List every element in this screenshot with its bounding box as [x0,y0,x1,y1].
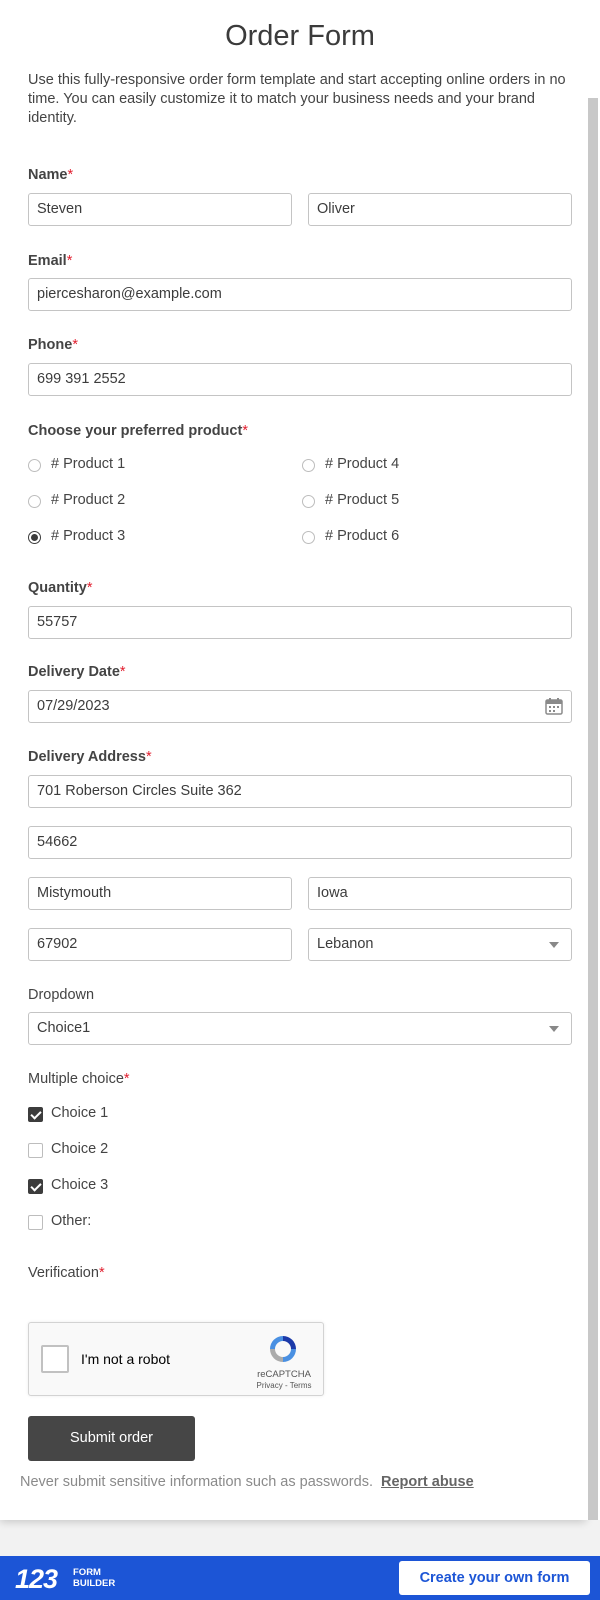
delivery-date-input[interactable]: 07/29/2023 [28,690,572,723]
report-abuse-link[interactable]: Report abuse [381,1474,474,1490]
multiple-choice-label: Multiple choice* [28,1071,130,1087]
choice-1-label[interactable]: Choice 1 [51,1105,108,1121]
phone-input[interactable]: 699 391 2552 [28,363,572,396]
branding-bar: 123 FORM BUILDER Create your own form [0,1556,600,1600]
zip-input[interactable]: 67902 [28,928,292,961]
country-select[interactable]: Lebanon [308,928,572,961]
product-3-label[interactable]: # Product 3 [51,528,125,544]
chevron-down-icon [549,942,559,948]
verification-label: Verification* [28,1265,105,1281]
phone-label: Phone* [28,337,78,353]
other-label[interactable]: Other: [51,1213,91,1229]
street-address-input[interactable]: 701 Roberson Circles Suite 362 [28,775,572,808]
address-line2-input[interactable]: 54662 [28,826,572,859]
state-input[interactable]: Iowa [308,877,572,910]
product-2-label[interactable]: # Product 2 [51,492,125,508]
product-1-label[interactable]: # Product 1 [51,456,125,472]
last-name-input[interactable]: Oliver [308,193,572,226]
email-label: Email* [28,253,73,269]
recaptcha-logo-icon [270,1336,296,1362]
product-1-radio[interactable] [28,459,41,472]
city-input[interactable]: Mistymouth [28,877,292,910]
recaptcha-brand: reCAPTCHA [257,1369,311,1380]
sensitive-info-warning: Never submit sensitive information such … [20,1474,373,1490]
product-4-radio[interactable] [302,459,315,472]
email-input[interactable]: piercesharon@example.com [28,278,572,311]
recaptcha-checkbox[interactable] [41,1345,69,1373]
other-checkbox[interactable] [28,1215,43,1230]
recaptcha-text: I'm not a robot [81,1351,171,1367]
delivery-date-label: Delivery Date* [28,664,126,680]
quantity-input[interactable]: 55757 [28,606,572,639]
choice-2-checkbox[interactable] [28,1143,43,1158]
first-name-input[interactable]: Steven [28,193,292,226]
product-4-label[interactable]: # Product 4 [325,456,399,472]
product-5-radio[interactable] [302,495,315,508]
quantity-label: Quantity* [28,580,93,596]
product-5-label[interactable]: # Product 5 [325,492,399,508]
product-3-radio[interactable] [28,531,41,544]
footer-note: Never submit sensitive information such … [20,1474,474,1490]
name-label: Name* [28,167,74,183]
scrollbar-thumb[interactable] [588,98,598,1520]
dropdown-label: Dropdown [28,987,95,1003]
delivery-address-label: Delivery Address* [28,749,152,765]
recaptcha-links[interactable]: Privacy - Terms [244,1381,324,1390]
product-label: Choose your preferred product* [28,423,248,439]
brand-word-builder: BUILDER [73,1578,116,1589]
product-2-radio[interactable] [28,495,41,508]
page-title: Order Form [225,20,375,52]
product-6-radio[interactable] [302,531,315,544]
brand-logo-number[interactable]: 123 [15,1564,58,1595]
chevron-down-icon [549,1026,559,1032]
choice-1-checkbox[interactable] [28,1107,43,1122]
brand-word-form: FORM [73,1567,101,1578]
calendar-icon[interactable] [545,697,563,715]
submit-order-button[interactable]: Submit order [28,1416,195,1461]
choice-3-label[interactable]: Choice 3 [51,1177,108,1193]
recaptcha-widget: I'm not a robot reCAPTCHA Privacy - Term… [28,1322,324,1396]
choice-3-checkbox[interactable] [28,1179,43,1194]
delivery-date-value: 07/29/2023 [37,698,110,714]
choice-2-label[interactable]: Choice 2 [51,1141,108,1157]
product-6-label[interactable]: # Product 6 [325,528,399,544]
dropdown-select[interactable]: Choice1 [28,1012,572,1045]
form-description: Use this fully-responsive order form tem… [28,72,566,126]
dropdown-value: Choice1 [37,1020,91,1036]
create-your-own-form-button[interactable]: Create your own form [399,1561,590,1595]
brand-logo-text[interactable]: FORM BUILDER [73,1567,115,1589]
country-value: Lebanon [317,936,374,952]
